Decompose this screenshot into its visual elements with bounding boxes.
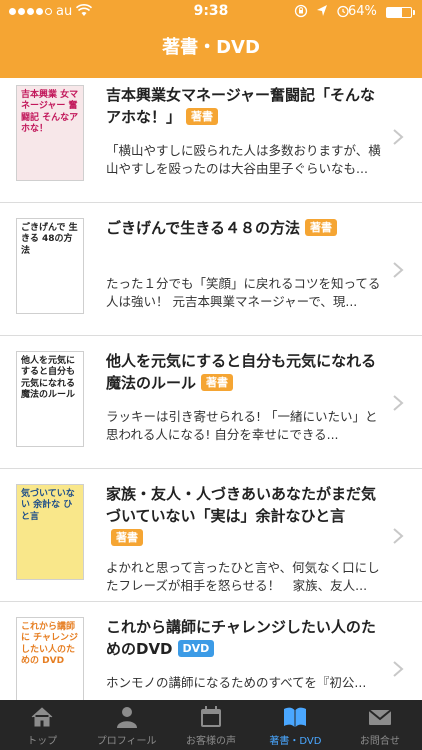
tab-book[interactable]: 著書・DVD: [253, 700, 337, 750]
item-title-text: これから講師にチャレンジしたい人のためのDVD: [106, 618, 376, 658]
tab-label: お客様の声: [186, 736, 237, 747]
tab-mail[interactable]: お問合せ: [338, 700, 422, 750]
category-badge: 著書: [186, 108, 219, 125]
tab-label: プロフィール: [96, 736, 157, 747]
calendar-icon: [201, 706, 222, 727]
tab-label: お問合せ: [359, 736, 400, 747]
item-title-text: ごきげんで生きる４８の方法: [106, 219, 300, 237]
item-title: 他人を元気にすると自分も元気になれる魔法のルール 著書: [106, 350, 382, 394]
list-item[interactable]: 吉本興業 女マネージャー 奮闘記 そんなアホな！ 吉本興業女マネージャー奮闘記「そ…: [0, 70, 422, 203]
item-title: ごきげんで生きる４８の方法 著書: [106, 217, 382, 239]
tab-label: トップ: [27, 736, 58, 747]
item-title: 家族・友人・人づきあいあなたがまだ気づいていない「実は」余計なひと言著書: [106, 483, 382, 549]
cover-text: 他人を元気にすると自分も元気になれる魔法のルール: [21, 356, 76, 400]
list-item[interactable]: 気づいていない 余計な ひと言 家族・友人・人づきあいあなたがまだ気づいていない「…: [0, 469, 422, 602]
chevron-right-icon: [393, 262, 404, 278]
home-icon: [31, 707, 53, 727]
item-title: これから講師にチャレンジしたい人のためのDVD DVD: [106, 616, 382, 660]
category-badge: DVD: [177, 640, 215, 657]
book-cover-icon: 気づいていない 余計な ひと言: [16, 484, 84, 580]
status-bar: au 9:38 64%: [0, 0, 422, 24]
item-title-text: 他人を元気にすると自分も元気になれる魔法のルール: [106, 352, 377, 392]
list-item[interactable]: 他人を元気にすると自分も元気になれる魔法のルール 他人を元気にすると自分も元気にな…: [0, 336, 422, 469]
item-description: ホンモノの講師になるためのすべてを『初公...: [106, 675, 367, 690]
book-cover-icon: 他人を元気にすると自分も元気になれる魔法のルール: [16, 351, 84, 447]
book-cover-icon: 吉本興業 女マネージャー 奮闘記 そんなアホな！: [16, 85, 84, 181]
cover-text: ごきげんで 生きる 48の方法: [21, 223, 78, 256]
app-header: au 9:38 64% 著書・DVD: [0, 0, 422, 78]
category-badge: 著書: [201, 374, 234, 391]
mail-icon: [368, 709, 392, 725]
item-title-text: 家族・友人・人づきあいあなたがまだ気づいていない「実は」余計なひと言: [106, 485, 377, 525]
battery-percentage: 64%: [348, 4, 377, 19]
dvd-cover-icon: これから講師に チャレンジしたい人のための DVD: [16, 617, 84, 713]
cover-text: 吉本興業 女マネージャー 奮闘記 そんなアホな！: [21, 90, 79, 134]
list-item[interactable]: ごきげんで 生きる 48の方法 ごきげんで生きる４８の方法 著書たった１分でも「笑顔…: [0, 203, 422, 336]
book-icon: [284, 707, 307, 727]
battery-icon: [386, 7, 412, 18]
category-badge: 著書: [304, 219, 337, 236]
cover-text: これから講師に チャレンジしたい人のための DVD: [21, 622, 79, 666]
chevron-right-icon: [393, 129, 404, 145]
item-description: たった１分でも「笑顔」に戻れるコツを知ってる人は強い！ 元吉本興業マネージャーで…: [106, 276, 381, 309]
tab-home[interactable]: トップ: [0, 700, 84, 750]
book-list: 吉本興業 女マネージャー 奮闘記 そんなアホな！ 吉本興業女マネージャー奮闘記「そ…: [0, 70, 422, 735]
item-title-text: 吉本興業女マネージャー奮闘記「そんなアホな！」: [106, 86, 375, 126]
page-title: 著書・DVD: [162, 37, 260, 58]
item-description: ラッキーは引き寄せられる! 「一緒にいたい」と思われる人になる! 自分を幸せにで…: [106, 409, 378, 442]
item-description: よかれと思って言ったひと言や、何気なく口にしたフレーズが相手を怒らせる！ 家族、…: [106, 560, 380, 593]
person-icon: [116, 707, 137, 728]
item-title: 吉本興業女マネージャー奮闘記「そんなアホな！」 著書: [106, 84, 382, 128]
chevron-right-icon: [393, 528, 404, 544]
chevron-right-icon: [393, 395, 404, 411]
tab-bar: トップ プロフィール お客様の声 著書・DVD お問合せ: [0, 700, 422, 750]
rotation-lock-icon: [294, 4, 308, 22]
location-arrow-icon: [316, 4, 328, 22]
category-badge: 著書: [111, 529, 143, 546]
tab-person[interactable]: プロフィール: [84, 700, 168, 750]
item-description: 「横山やすしに殴られた人は多数おりますが、横山やすしを殴ったのは大谷由里子ぐらい…: [106, 143, 381, 176]
tab-label: 著書・DVD: [269, 736, 322, 747]
chevron-right-icon: [393, 661, 404, 677]
cover-text: 気づいていない 余計な ひと言: [21, 489, 75, 522]
tab-calendar[interactable]: お客様の声: [169, 700, 253, 750]
book-cover-icon: ごきげんで 生きる 48の方法: [16, 218, 84, 314]
